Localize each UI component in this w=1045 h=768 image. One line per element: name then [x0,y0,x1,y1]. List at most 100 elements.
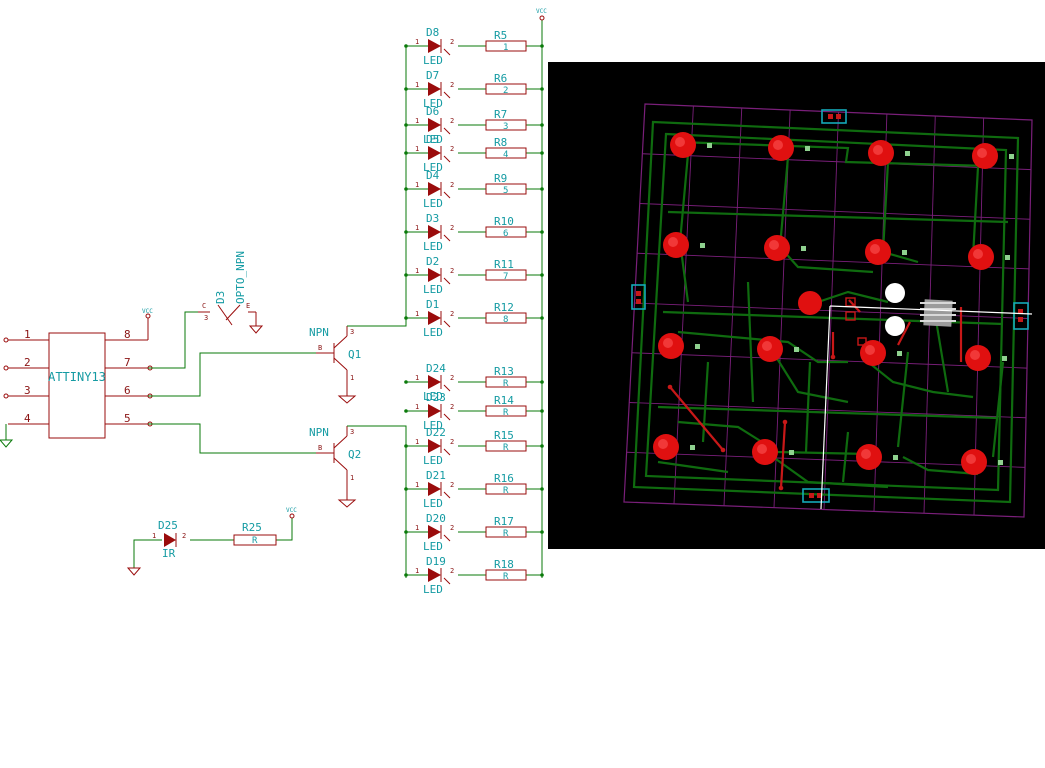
led-pin-k: 2 [450,524,454,532]
led-pin-a: 1 [415,38,419,46]
led-ref: D7 [426,69,439,82]
q1-value: NPN [309,326,329,339]
led-ref: D5 [426,133,439,146]
res-ref: R10 [494,215,514,228]
led-symbol [428,568,441,582]
res-ref: R7 [494,108,507,121]
pcb-ir-led[interactable] [885,283,905,303]
led-pin-a: 1 [415,81,419,89]
led-pin-a: 1 [415,374,419,382]
led-pin-k: 2 [450,267,454,275]
res-value: R [503,379,509,389]
led-ref: D8 [426,26,439,39]
led-symbol [428,439,441,453]
res-value: 4 [503,150,508,160]
kicad-workspace: ATTINY13 1 2 3 4 5 6 7 8 VCC C 3 E D3 OP… [0,0,1045,768]
led-value: LED [423,583,443,596]
led-pin-a: 1 [415,438,419,446]
opto-pin-c: C [202,302,206,310]
res-value: R [503,572,509,582]
led-symbol [428,225,441,239]
led-pin-k: 2 [450,567,454,575]
res-ref: R13 [494,365,514,378]
opto-npn-symbol[interactable]: C 3 E D3 OPTO_NPN [198,251,264,334]
led-value: LED [423,240,443,253]
led-resistor-rows[interactable]: D8LEDR511 2D7LEDR621 2D6LEDR731 2D5LEDR841 2… [404,26,544,596]
schematic-view[interactable]: ATTINY13 1 2 3 4 5 6 7 8 VCC C 3 E D3 OP… [0,0,548,600]
led-ref: D19 [426,555,446,568]
res-ref: R18 [494,558,514,571]
attiny13-symbol[interactable]: ATTINY13 1 2 3 4 5 6 7 8 VCC [0,308,153,448]
led-symbol [428,268,441,282]
pcb-led[interactable] [798,291,822,315]
opto-pin-n: 3 [204,314,208,322]
led-row[interactable]: D8LEDR511 2 [404,26,544,67]
led-ref: D21 [426,469,446,482]
led-row[interactable]: D2 LED R117 1 2 [404,255,544,296]
mcu-pin-7: 7 [124,356,131,369]
led-value: LED [423,197,443,210]
pcb-view[interactable] [548,62,1045,549]
led-pin-a: 1 [415,181,419,189]
ground-symbol-mcu [0,424,14,448]
led-pin-k: 2 [450,310,454,318]
mcu-wires [148,311,316,454]
led-symbol [428,404,441,418]
led-row[interactable]: D19 LED R18R 1 2 [404,555,544,596]
q1-ref: Q1 [348,348,361,361]
res-ref: R9 [494,172,507,185]
ir-led-circuit[interactable]: VCC D25 IR R25 R 1 2 [126,507,297,576]
ir-pin-a: 1 [152,532,156,540]
led-pin-a: 1 [415,310,419,318]
vcc-label-ir: VCC [286,507,297,514]
q2-pin-b: B [318,444,322,452]
led-symbol [428,375,441,389]
mcu-pin-4: 4 [24,412,31,425]
transistor-q1[interactable]: NPN Q1 B 3 1 [309,326,361,404]
res-value: R [503,408,509,418]
res-ref: R11 [494,258,514,271]
q1-pin-b: B [318,344,322,352]
led-value: LED [423,54,443,67]
pcb-ic[interactable] [920,299,956,327]
led-pin-k: 2 [450,438,454,446]
led-pin-a: 1 [415,481,419,489]
mcu-pin-3: 3 [24,384,31,397]
led-ref: D20 [426,512,446,525]
led-row[interactable]: D1 LED R128 1 2 [404,298,544,339]
led-pin-k: 2 [450,117,454,125]
res-value: 1 [503,43,508,53]
res-ref: R15 [494,429,514,442]
led-value: LED [423,454,443,467]
res-value: 2 [503,86,508,96]
ir-res-value: R [252,536,258,546]
led-row[interactable]: D4 LED R95 1 2 [404,169,544,210]
led-symbol [428,482,441,496]
res-value: 6 [503,229,508,239]
led-row[interactable]: D21 LED R16R 1 2 [404,469,544,510]
q1-pin-3: 3 [350,328,354,336]
mcu-pin-5: 5 [124,412,131,425]
res-ref: R5 [494,29,507,42]
pcb-ir-led[interactable] [885,316,905,336]
res-ref: R6 [494,72,507,85]
led-row[interactable]: D20 LED R17R 1 2 [404,512,544,553]
transistor-q2[interactable]: NPN Q2 B 3 1 [309,426,361,508]
led-pin-a: 1 [415,567,419,575]
led-pin-a: 1 [415,524,419,532]
q2-pin-3: 3 [350,428,354,436]
led-symbol [428,525,441,539]
led-pin-a: 1 [415,403,419,411]
ir-res-ref: R25 [242,521,262,534]
led-row[interactable]: D5LEDR841 2 [404,133,544,174]
res-ref: R16 [494,472,514,485]
res-value: 3 [503,122,508,132]
led-symbol [428,39,441,53]
led-ref: D1 [426,298,439,311]
led-pin-k: 2 [450,403,454,411]
led-row[interactable]: D3 LED R106 1 2 [404,212,544,253]
led-ref: D2 [426,255,439,268]
led-row[interactable]: D7LEDR621 2 [404,69,544,110]
res-value: R [503,486,509,496]
led-row[interactable]: D22 LED R15R 1 2 [404,426,544,467]
